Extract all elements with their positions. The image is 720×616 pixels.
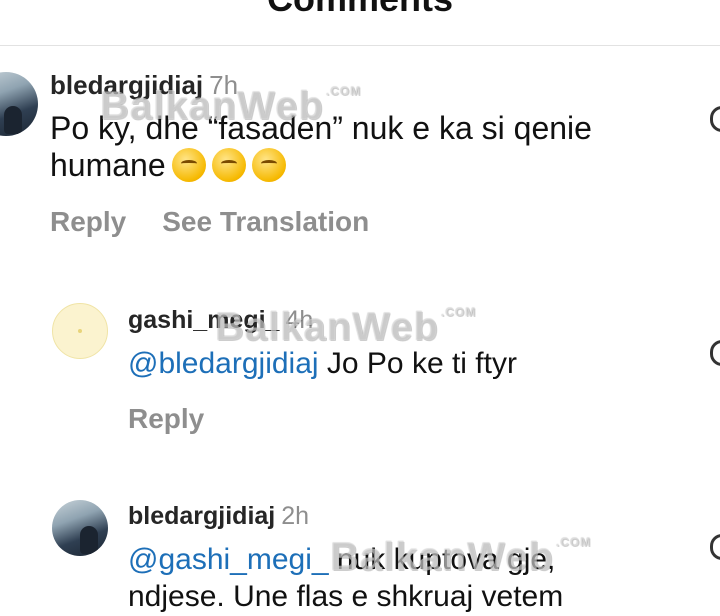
avatar[interactable] — [0, 72, 38, 136]
thinking-face-emoji — [171, 148, 206, 182]
mention-link[interactable]: @bledargjidiaj — [128, 347, 319, 380]
comment-text-line1: Jo Po ke ti ftyr — [318, 347, 517, 380]
comment-time: 7h — [209, 70, 239, 100]
comment-username[interactable]: bledargjidiaj — [50, 70, 203, 100]
heart-icon[interactable] — [710, 340, 720, 366]
comment-time: 2h — [281, 502, 310, 530]
heart-icon[interactable] — [710, 106, 720, 132]
thinking-face-emoji — [211, 148, 246, 182]
comment-username[interactable]: bledargjidiaj — [128, 502, 275, 530]
comment-actions: Reply See Translation — [50, 206, 405, 238]
comment-text-line2: ndjese. Une flas e shkruaj vetem — [128, 580, 564, 613]
comment-text-line1: Po ky, dhe “fasaden” nuk e ka si qenie — [50, 110, 592, 146]
comment-text: @bledargjidiaj Jo Po ke ti ftyr — [128, 345, 517, 382]
heart-icon[interactable] — [710, 534, 720, 560]
avatar[interactable] — [52, 500, 108, 556]
thinking-face-emoji — [251, 148, 286, 182]
comment-time: 4h — [285, 306, 314, 334]
comment-meta: bledargjidiaj 2h — [128, 502, 309, 531]
comment-text: Po ky, dhe “fasaden” nuk e ka si qenie h… — [50, 110, 592, 184]
see-translation-button[interactable]: See Translation — [162, 206, 369, 237]
page-title: Comments — [0, 0, 720, 20]
comments-header: Comments — [0, 0, 720, 46]
comment-actions: Reply — [128, 403, 240, 435]
reply-button[interactable]: Reply — [50, 206, 126, 237]
comment-username[interactable]: gashi_megi_ — [128, 306, 279, 334]
mention-link[interactable]: @gashi_megi_ — [128, 543, 329, 576]
comment-text-line1: nuk kuptova gje, — [328, 543, 556, 576]
avatar-dot — [78, 329, 82, 333]
reply-button[interactable]: Reply — [128, 403, 204, 434]
avatar[interactable] — [52, 303, 108, 359]
comment-meta: bledargjidiaj 7h — [50, 70, 238, 101]
comment-text: @gashi_megi_ nuk kuptova gje, ndjese. Un… — [128, 541, 563, 615]
comment-text-line2: humane — [50, 147, 166, 183]
comment-meta: gashi_megi_ 4h — [128, 306, 313, 335]
